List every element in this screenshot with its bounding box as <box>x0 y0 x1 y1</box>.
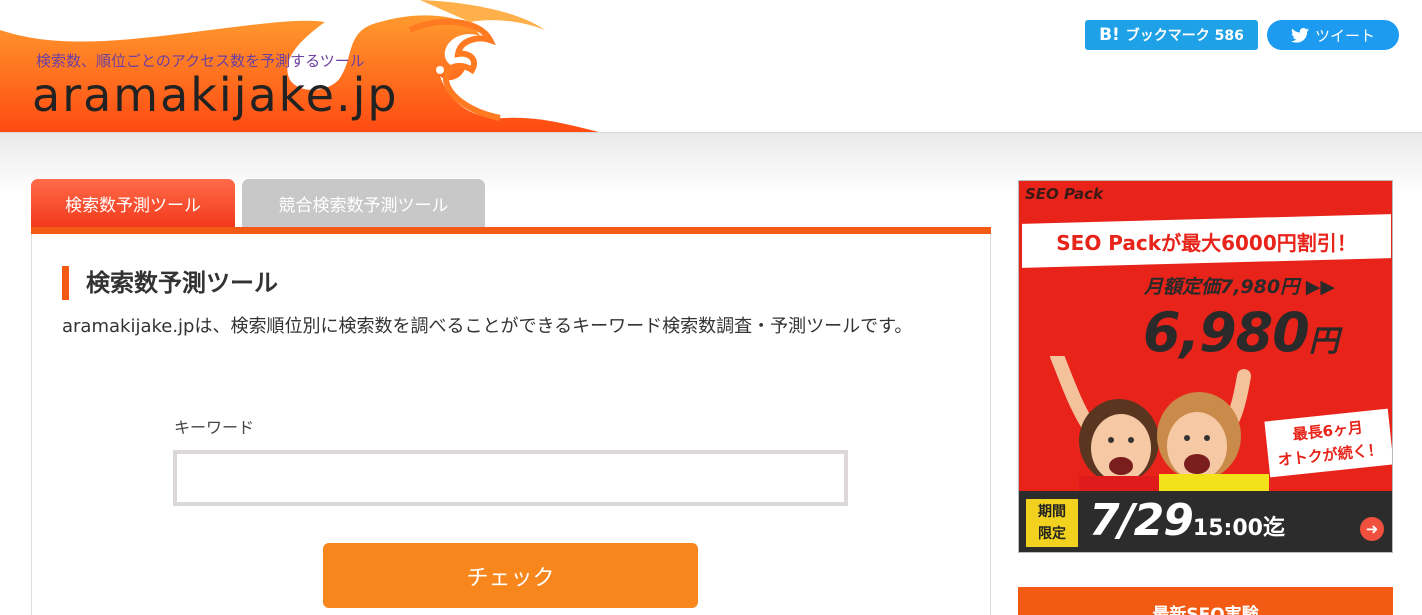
ad-deadline-time: 15:00迄 <box>1192 516 1285 541</box>
ad-brand: SEO Pack <box>1025 185 1104 203</box>
ad-deadline: 7/2915:00迄 <box>1089 495 1285 546</box>
seo-pack-ad-banner[interactable]: SEO Pack SEO Packが最大6000円割引！ 月額定価7,980円 … <box>1018 180 1393 553</box>
sidebar-heading-latest-seo: 最新SEO実験 <box>1018 587 1393 615</box>
section-title: 検索数予測ツール <box>86 269 278 297</box>
keyword-label: キーワード <box>174 418 255 437</box>
ad-period-line2: 限定 <box>1038 526 1066 542</box>
ad-promo-bubble: 最長6ヶ月 オトクが続く！ <box>1264 408 1392 478</box>
tab-search-volume-tool[interactable]: 検索数予測ツール <box>31 179 235 227</box>
arrow-right-icon[interactable]: ➜ <box>1360 517 1384 541</box>
site-header: 検索数、順位ごとのアクセス数を予測するツール aramakijake.jp B!… <box>0 0 1422 133</box>
tool-description: aramakijake.jpは、検索順位別に検索数を調べることができるキーワード… <box>62 316 913 337</box>
ad-children-illustration <box>1050 356 1269 491</box>
ad-price-value: 6,980 <box>1143 301 1310 364</box>
hatena-bookmark-label: ブックマーク 586 <box>1125 28 1244 44</box>
ad-sale-price: 6,980円 <box>1143 301 1339 364</box>
site-logo[interactable]: aramakijake.jp <box>32 68 399 122</box>
ad-headline: SEO Packが最大6000円割引！ <box>1056 231 1357 255</box>
ad-price-unit: 円 <box>1308 324 1339 359</box>
ad-regular-price: 月額定価7,980円 ▶▶ <box>1144 276 1335 298</box>
tweet-label: ツイート <box>1314 26 1375 45</box>
ad-period-line1: 期間 <box>1038 504 1066 520</box>
twitter-bird-icon <box>1290 27 1309 43</box>
hatena-bookmark-button[interactable]: B! ブックマーク 586 <box>1085 20 1258 50</box>
tab-competitor-search-tool[interactable]: 競合検索数予測ツール <box>242 179 485 227</box>
ad-deadline-date: 7/29 <box>1089 495 1194 546</box>
tweet-button[interactable]: ツイート <box>1267 20 1399 50</box>
section-title-accent <box>62 266 69 300</box>
ad-limited-period-badge: 期間 限定 <box>1026 499 1078 547</box>
keyword-input[interactable] <box>173 450 848 506</box>
check-button[interactable]: チェック <box>323 543 698 608</box>
tab-underline <box>31 227 991 234</box>
hatena-icon: B! <box>1099 25 1120 45</box>
